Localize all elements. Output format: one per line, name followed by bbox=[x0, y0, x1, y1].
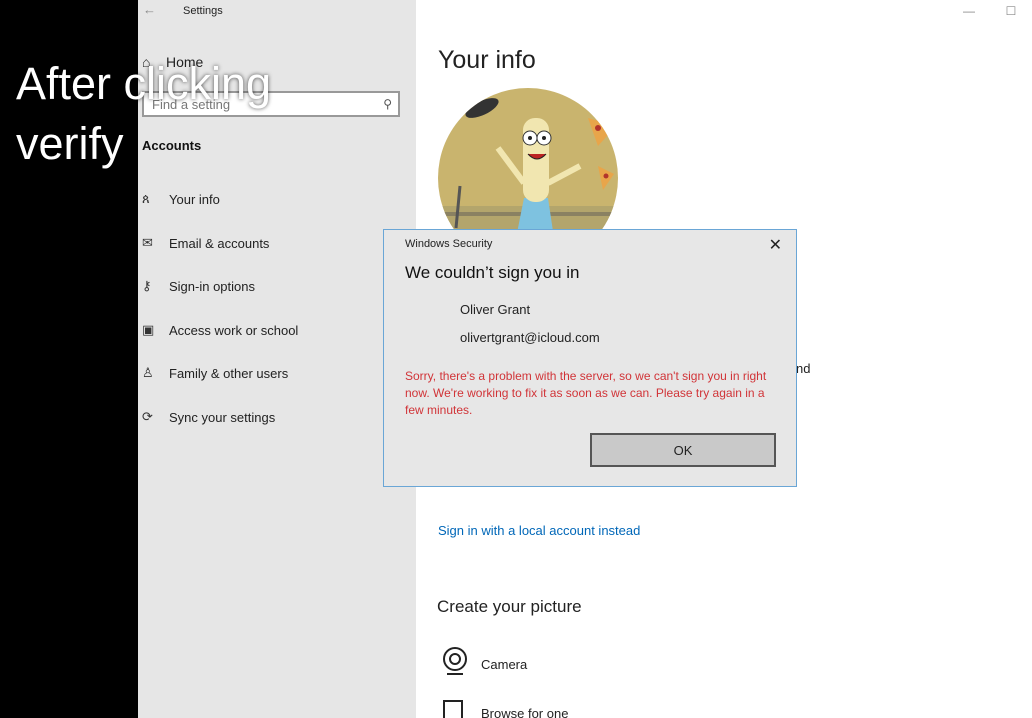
briefcase-icon: ▣ bbox=[142, 322, 155, 337]
key-icon: ⚷ bbox=[142, 278, 152, 293]
close-icon[interactable]: ✕ bbox=[769, 235, 782, 255]
dialog-heading: We couldn’t sign you in bbox=[405, 263, 580, 282]
user-info-icon: ጰ bbox=[142, 191, 150, 206]
back-arrow-icon[interactable]: ← bbox=[143, 2, 156, 17]
window-title: Settings bbox=[183, 5, 223, 17]
sidebar-item-label: Your info bbox=[169, 191, 220, 207]
page-title: Your info bbox=[438, 46, 536, 74]
dialog-error-message: Sorry, there's a problem with the server… bbox=[405, 369, 767, 417]
caption-line-1: After clicking bbox=[16, 58, 272, 109]
sidebar-item-label: Family & other users bbox=[169, 365, 289, 381]
browse-label: Browse for one bbox=[481, 705, 569, 718]
local-account-link[interactable]: Sign in with a local account instead bbox=[438, 523, 640, 538]
dialog-user-email: olivertgrant@icloud.com bbox=[460, 330, 600, 345]
create-picture-heading: Create your picture bbox=[437, 597, 582, 616]
camera-icon bbox=[441, 646, 481, 682]
sidebar-item-label: Email & accounts bbox=[169, 235, 270, 251]
sidebar-item-your-info[interactable]: ጰ Your info bbox=[142, 187, 220, 211]
sidebar-item-label: Sync your settings bbox=[169, 409, 276, 425]
person-add-icon: ♙ bbox=[142, 365, 154, 380]
sidebar-item-access-work[interactable]: ▣ Access work or school bbox=[142, 318, 298, 342]
caption-line-2: verify bbox=[16, 118, 124, 169]
dialog-user-name: Oliver Grant bbox=[460, 302, 531, 317]
search-icon: ⚲ bbox=[383, 97, 392, 111]
sidebar-item-label: Access work or school bbox=[169, 322, 299, 338]
windows-security-dialog: Windows Security ✕ We couldn’t sign you … bbox=[383, 229, 797, 487]
sidebar-item-sign-in-options[interactable]: ⚷ Sign-in options bbox=[142, 274, 255, 298]
camera-option[interactable]: Camera bbox=[441, 646, 527, 682]
browse-icon bbox=[441, 698, 481, 718]
caption-overlay: After clicking verify bbox=[16, 54, 271, 174]
dialog-title: Windows Security bbox=[405, 238, 493, 250]
sidebar-item-sync[interactable]: ⟳ Sync your settings bbox=[142, 405, 275, 429]
partial-text: nd bbox=[796, 361, 811, 376]
sidebar-item-email-accounts[interactable]: ✉ Email & accounts bbox=[142, 231, 269, 255]
mail-icon: ✉ bbox=[142, 235, 153, 250]
sidebar-item-label: Sign-in options bbox=[169, 278, 255, 294]
camera-label: Camera bbox=[481, 656, 528, 672]
ok-button[interactable]: OK bbox=[590, 433, 776, 467]
browse-option[interactable]: Browse for one bbox=[441, 698, 568, 718]
sync-icon: ⟳ bbox=[142, 409, 153, 424]
sidebar-item-family[interactable]: ♙ Family & other users bbox=[142, 361, 288, 385]
